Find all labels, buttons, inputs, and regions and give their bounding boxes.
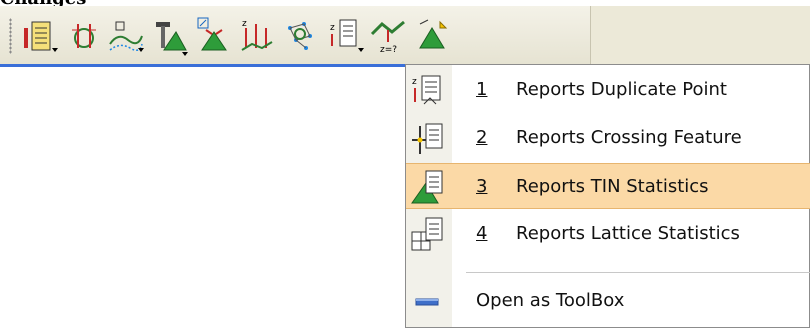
svg-text:z=?: z=? [380,45,397,55]
section-button[interactable] [66,14,106,58]
elevation-button[interactable]: z [236,14,276,58]
elevation-icon: z [241,19,273,51]
menu-item-lattice-statistics[interactable]: 4 Reports Lattice Statistics [406,211,810,257]
triangle-add-icon [419,19,448,49]
contour-icon [109,21,144,52]
tin-edit-icon [197,17,227,51]
toolbar-area: z z z=? [0,6,810,67]
toolbar-grip[interactable] [9,18,12,54]
menu-item-label: Reports Lattice Statistics [516,223,740,244]
hammer-triangle-icon [156,22,188,56]
tin-edit-button[interactable] [192,14,232,58]
menu-item-duplicate-point[interactable]: z 1 Reports Duplicate Point [406,67,810,113]
lattice-statistics-report-icon [411,217,443,251]
menu-item-open-toolbox[interactable]: Open as ToolBox [406,278,810,324]
toolbar: z z z=? [0,6,591,64]
contour-button[interactable] [106,14,146,58]
menu-item-label: Reports Duplicate Point [516,79,727,100]
toolbox-icon [415,298,439,306]
menu-item-label: Reports Crossing Feature [516,127,742,148]
duplicate-point-report-icon: z [412,75,441,105]
menu-item-number: 3 [476,176,488,197]
tin-statistics-report-icon [411,170,443,204]
reports-menu-icon: z [330,19,364,52]
surface-query-button[interactable]: z=? [368,14,408,58]
svg-text:z: z [330,23,335,33]
menu-item-label: Reports TIN Statistics [516,176,709,197]
reports-menu-button[interactable]: z [326,14,366,58]
menu-separator [466,272,810,273]
surface-query-icon: z=? [370,20,405,55]
menu-item-number: 1 [476,79,488,100]
svg-text:z: z [412,77,417,87]
menu-item-crossing-feature[interactable]: 2 Reports Crossing Feature [406,115,810,161]
menu-item-label: Open as ToolBox [476,290,625,311]
report-table-button[interactable] [22,14,62,58]
menu-item-tin-statistics[interactable]: 3 Reports TIN Statistics [406,163,810,209]
crossing-feature-report-icon [412,123,443,154]
triangle-add-button[interactable] [414,14,454,58]
svg-text:z: z [242,19,247,29]
section-icon [72,24,96,48]
menu-item-number: 2 [476,127,488,148]
points-network-button[interactable] [280,14,320,58]
hammer-triangle-button[interactable] [150,14,190,58]
points-network-icon [288,22,312,50]
report-table-icon [24,21,58,52]
menu-item-number: 4 [476,223,488,244]
reports-dropdown-menu: z 1 Reports Duplicate Point 2 Reports Cr… [405,64,810,328]
